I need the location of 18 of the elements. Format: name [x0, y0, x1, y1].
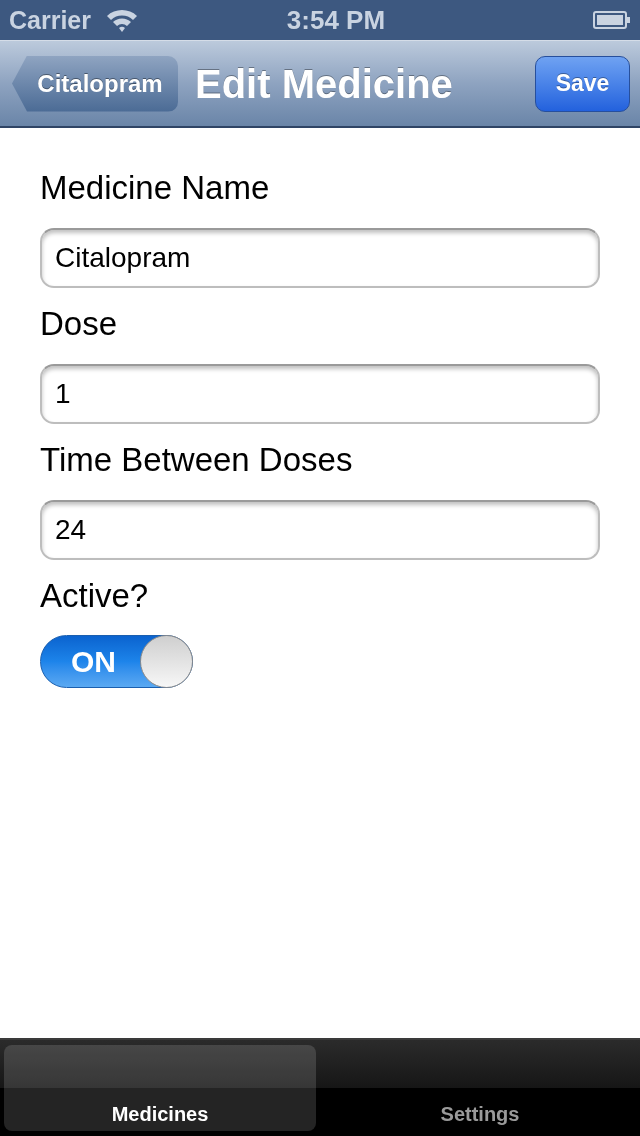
nav-title: Edit Medicine	[195, 63, 453, 104]
field-label: Medicine Name	[40, 168, 270, 208]
toggle-knob[interactable]	[140, 635, 193, 688]
tab-item[interactable]: Settings	[324, 1045, 636, 1131]
tab-item[interactable]: Medicines	[4, 1045, 316, 1131]
text-field[interactable]: 1	[40, 364, 600, 424]
text-field[interactable]: 24	[40, 500, 600, 560]
field-label: Time Between Doses	[40, 440, 353, 480]
carrier-name: Carrier	[9, 7, 91, 33]
save-button[interactable]: Save	[535, 55, 630, 112]
field-label: Active?	[40, 576, 149, 616]
back-button[interactable]: Citalopram	[12, 55, 178, 112]
field-label: Dose	[40, 304, 118, 344]
text-field[interactable]: Citalopram	[40, 228, 600, 288]
wifi-icon	[105, 7, 139, 33]
battery-icon	[593, 11, 631, 29]
toggle-switch[interactable]: ON	[40, 635, 193, 688]
status-time: 3:54 PM	[286, 7, 386, 33]
